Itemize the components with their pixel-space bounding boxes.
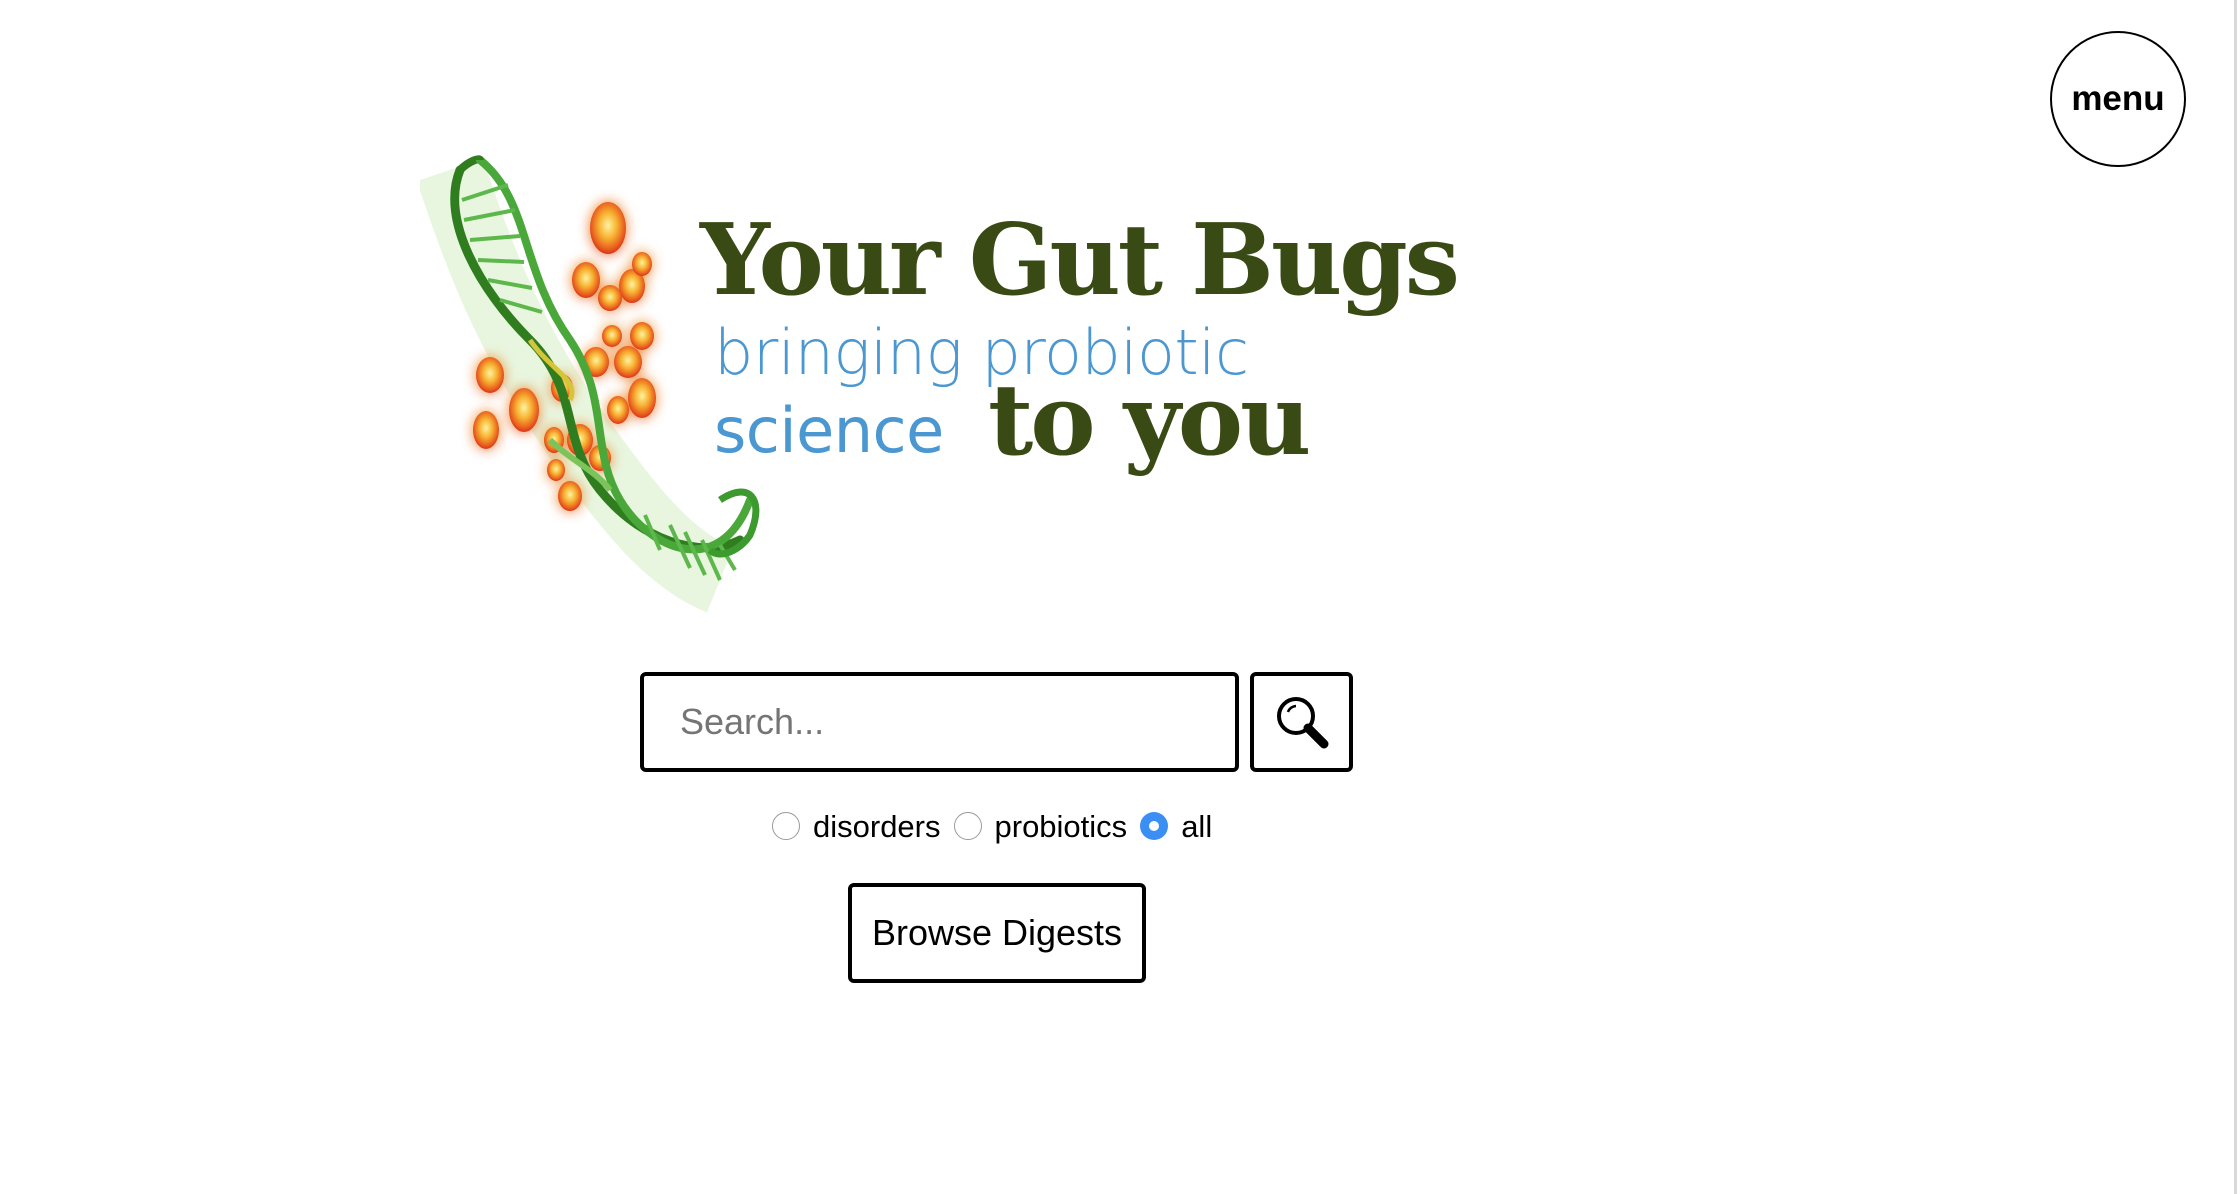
search-filter-group: disorders probiotics all [772, 808, 1225, 844]
radio-disorders[interactable] [772, 812, 800, 840]
browse-digests-button[interactable]: Browse Digests [848, 883, 1146, 983]
logo-title: Your Gut Bugs [700, 203, 1460, 318]
radio-all[interactable] [1140, 812, 1169, 840]
radio-disorders-label: disorders [813, 808, 941, 844]
radio-probiotics-label: probiotics [994, 808, 1128, 844]
search-icon [1276, 697, 1328, 749]
page: menu Your Gut Bugs bringing probiotic sc… [0, 0, 2240, 1194]
menu-button[interactable]: menu [2050, 31, 2186, 167]
scrollbar-edge [2234, 0, 2237, 1194]
menu-button-label: menu [2071, 79, 2165, 118]
radio-all-label: all [1181, 808, 1213, 844]
search-button[interactable] [1250, 672, 1353, 772]
browse-digests-label: Browse Digests [871, 912, 1123, 953]
radio-probiotics[interactable] [953, 812, 982, 840]
logo-tagline-line2: science [714, 394, 944, 467]
logo-tagline-emphasis: to you [988, 363, 1311, 478]
search-input[interactable] [640, 672, 1239, 772]
